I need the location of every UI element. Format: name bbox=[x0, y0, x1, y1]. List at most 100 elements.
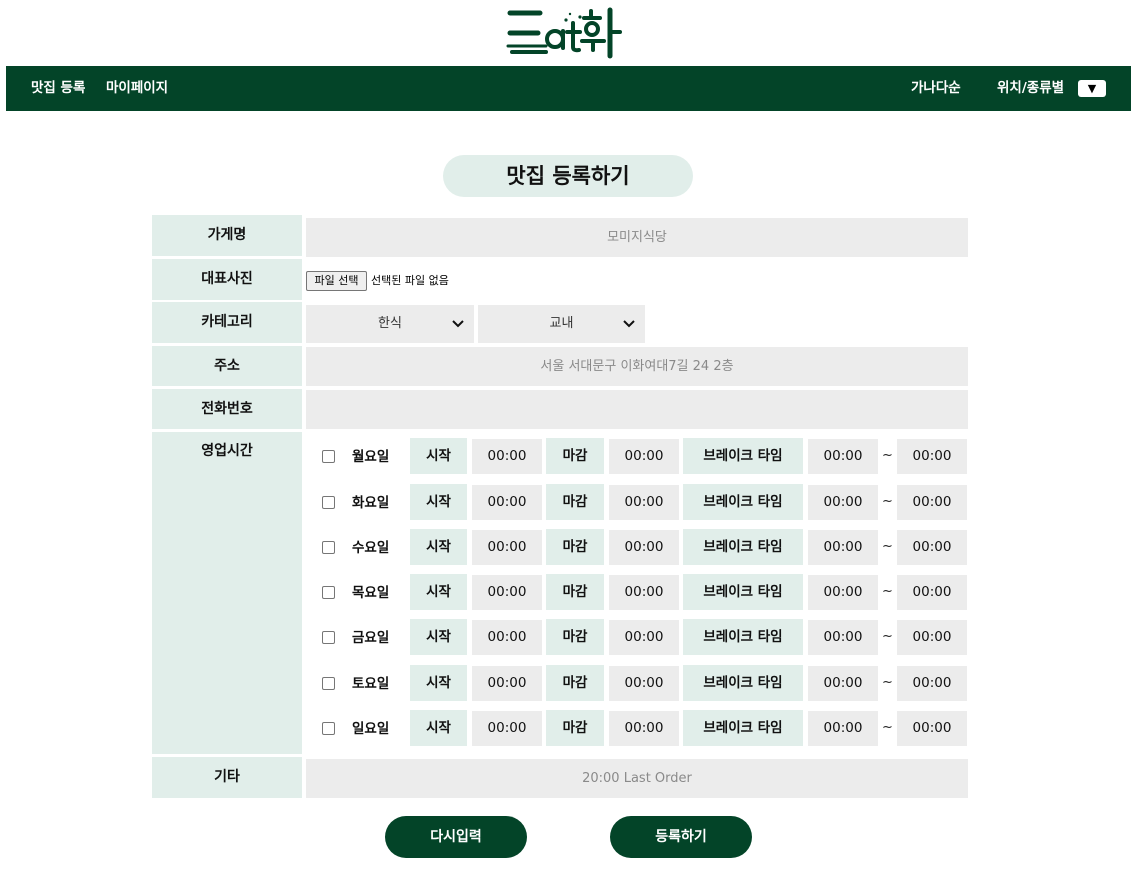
tilde-separator: ~ bbox=[882, 629, 893, 644]
day-checkbox[interactable] bbox=[322, 541, 335, 554]
top-navbar: 맛집 등록 마이페이지 가나다순 위치/종류별 ▼ bbox=[6, 66, 1131, 111]
break-end-input[interactable]: 00:00 bbox=[897, 620, 967, 655]
label-category: 카테고리 bbox=[152, 302, 302, 343]
category-select-value: 교내 bbox=[549, 316, 574, 331]
eathwa-logo[interactable] bbox=[506, 6, 630, 60]
break-end-input[interactable]: 00:00 bbox=[897, 666, 967, 701]
break-start-input[interactable]: 00:00 bbox=[808, 485, 878, 520]
break-end-input[interactable]: 00:00 bbox=[897, 575, 967, 610]
open-time-input[interactable]: 00:00 bbox=[472, 530, 542, 565]
break-end-input[interactable]: 00:00 bbox=[897, 711, 967, 746]
hours-row-3: 목요일 시작 00:00 마감 00:00 브레이크 타임 00:00 ~ 00… bbox=[306, 574, 971, 612]
day-name: 금요일 bbox=[352, 630, 390, 646]
start-label: 시작 bbox=[410, 574, 467, 610]
page-title: 맛집 등록하기 bbox=[443, 155, 693, 197]
close-label: 마감 bbox=[546, 438, 604, 474]
open-time-input[interactable]: 00:00 bbox=[472, 439, 542, 474]
day-checkbox[interactable] bbox=[322, 450, 335, 463]
open-time-input[interactable]: 00:00 bbox=[472, 620, 542, 655]
break-start-input[interactable]: 00:00 bbox=[808, 711, 878, 746]
break-time-label: 브레이크 타임 bbox=[683, 665, 803, 701]
nav-register-restaurant[interactable]: 맛집 등록 bbox=[31, 66, 85, 111]
hours-row-5: 토요일 시작 00:00 마감 00:00 브레이크 타임 00:00 ~ 00… bbox=[306, 665, 971, 703]
nav-mypage[interactable]: 마이페이지 bbox=[106, 66, 168, 111]
store-name-input[interactable]: 모미지식당 bbox=[306, 218, 968, 257]
tilde-separator: ~ bbox=[882, 539, 893, 554]
hours-row-1: 화요일 시작 00:00 마감 00:00 브레이크 타임 00:00 ~ 00… bbox=[306, 484, 971, 522]
etc-input[interactable]: 20:00 Last Order bbox=[306, 759, 968, 798]
break-end-input[interactable]: 00:00 bbox=[897, 485, 967, 520]
hours-row-4: 금요일 시작 00:00 마감 00:00 브레이크 타임 00:00 ~ 00… bbox=[306, 619, 971, 657]
break-time-label: 브레이크 타임 bbox=[683, 619, 803, 655]
close-time-input[interactable]: 00:00 bbox=[609, 530, 679, 565]
break-end-input[interactable]: 00:00 bbox=[897, 530, 967, 565]
break-start-input[interactable]: 00:00 bbox=[808, 666, 878, 701]
phone-input[interactable] bbox=[306, 390, 968, 429]
open-time-input[interactable]: 00:00 bbox=[472, 711, 542, 746]
break-time-label: 브레이크 타임 bbox=[683, 710, 803, 746]
day-name: 토요일 bbox=[352, 676, 390, 692]
triangle-down-icon: ▼ bbox=[1087, 82, 1097, 95]
file-choose-button[interactable]: 파일 선택 bbox=[306, 271, 367, 291]
close-label: 마감 bbox=[546, 529, 604, 565]
day-name: 월요일 bbox=[352, 449, 390, 465]
close-time-input[interactable]: 00:00 bbox=[609, 575, 679, 610]
tilde-separator: ~ bbox=[882, 675, 893, 690]
category-select-food-type[interactable]: 한식 bbox=[306, 305, 474, 343]
break-start-input[interactable]: 00:00 bbox=[808, 575, 878, 610]
close-time-input[interactable]: 00:00 bbox=[609, 666, 679, 701]
close-label: 마감 bbox=[546, 710, 604, 746]
hours-row-0: 월요일 시작 00:00 마감 00:00 브레이크 타임 00:00 ~ 00… bbox=[306, 438, 971, 476]
close-label: 마감 bbox=[546, 665, 604, 701]
label-store-name: 가게명 bbox=[152, 215, 302, 256]
tilde-separator: ~ bbox=[882, 494, 893, 509]
filter-dropdown-button[interactable]: ▼ bbox=[1078, 80, 1106, 97]
day-checkbox[interactable] bbox=[322, 722, 335, 735]
day-checkbox[interactable] bbox=[322, 586, 335, 599]
category-select-value: 한식 bbox=[378, 316, 402, 331]
close-time-input[interactable]: 00:00 bbox=[609, 711, 679, 746]
day-name: 일요일 bbox=[352, 721, 390, 737]
open-time-input[interactable]: 00:00 bbox=[472, 485, 542, 520]
hours-row-2: 수요일 시작 00:00 마감 00:00 브레이크 타임 00:00 ~ 00… bbox=[306, 529, 971, 567]
address-input[interactable]: 서울 서대문구 이화여대7길 24 2층 bbox=[306, 347, 968, 386]
close-time-input[interactable]: 00:00 bbox=[609, 439, 679, 474]
tilde-separator: ~ bbox=[882, 448, 893, 463]
break-start-input[interactable]: 00:00 bbox=[808, 439, 878, 474]
start-label: 시작 bbox=[410, 619, 467, 655]
tilde-separator: ~ bbox=[882, 720, 893, 735]
reset-button[interactable]: 다시입력 bbox=[385, 816, 527, 858]
open-time-input[interactable]: 00:00 bbox=[472, 666, 542, 701]
nav-filter-location-type[interactable]: 위치/종류별 bbox=[997, 66, 1064, 111]
submit-button[interactable]: 등록하기 bbox=[610, 816, 752, 858]
day-name: 목요일 bbox=[352, 585, 390, 601]
hours-row-6: 일요일 시작 00:00 마감 00:00 브레이크 타임 00:00 ~ 00… bbox=[306, 710, 971, 748]
break-time-label: 브레이크 타임 bbox=[683, 484, 803, 520]
break-end-input[interactable]: 00:00 bbox=[897, 439, 967, 474]
open-time-input[interactable]: 00:00 bbox=[472, 575, 542, 610]
close-time-input[interactable]: 00:00 bbox=[609, 620, 679, 655]
break-time-label: 브레이크 타임 bbox=[683, 438, 803, 474]
start-label: 시작 bbox=[410, 710, 467, 746]
start-label: 시작 bbox=[410, 529, 467, 565]
day-name: 수요일 bbox=[352, 540, 390, 556]
file-status-text: 선택된 파일 없음 bbox=[371, 274, 449, 287]
close-time-input[interactable]: 00:00 bbox=[609, 485, 679, 520]
start-label: 시작 bbox=[410, 484, 467, 520]
label-address: 주소 bbox=[152, 346, 302, 386]
break-start-input[interactable]: 00:00 bbox=[808, 530, 878, 565]
close-label: 마감 bbox=[546, 484, 604, 520]
chevron-down-icon bbox=[623, 305, 635, 343]
close-label: 마감 bbox=[546, 619, 604, 655]
label-photo: 대표사진 bbox=[152, 259, 302, 300]
day-checkbox[interactable] bbox=[322, 496, 335, 509]
day-checkbox[interactable] bbox=[322, 677, 335, 690]
label-etc: 기타 bbox=[152, 757, 302, 798]
break-start-input[interactable]: 00:00 bbox=[808, 620, 878, 655]
category-select-location[interactable]: 교내 bbox=[478, 305, 645, 343]
start-label: 시작 bbox=[410, 665, 467, 701]
day-checkbox[interactable] bbox=[322, 631, 335, 644]
label-phone: 전화번호 bbox=[152, 389, 302, 429]
tilde-separator: ~ bbox=[882, 584, 893, 599]
nav-sort-alphabetical[interactable]: 가나다순 bbox=[911, 66, 961, 111]
